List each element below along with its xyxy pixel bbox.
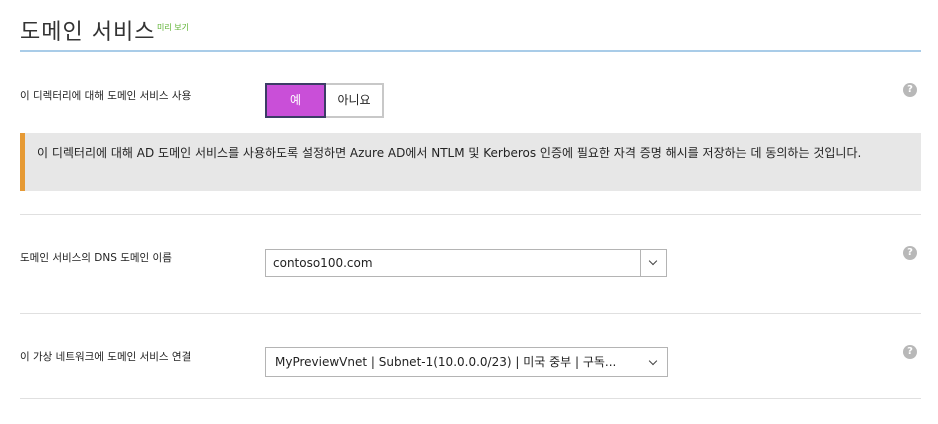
section-divider — [20, 313, 921, 314]
chevron-down-icon — [648, 356, 658, 366]
dns-dropdown-button[interactable] — [640, 250, 666, 276]
page-header: 도메인 서비스 미리 보기 — [20, 14, 921, 52]
page-title: 도메인 서비스 — [20, 20, 156, 45]
toggle-yes-button[interactable]: 예 — [265, 83, 326, 118]
virtual-network-select[interactable]: MyPreviewVnet | Subnet-1(10.0.0.0/23) | … — [265, 347, 668, 377]
dns-domain-name-value[interactable]: contoso100.com — [273, 250, 373, 277]
dns-domain-name-label: 도메인 서비스의 DNS 도메인 이름 — [20, 252, 172, 264]
help-icon[interactable]: ? — [903, 345, 917, 359]
virtual-network-label: 이 가상 네트워크에 도메인 서비스 연결 — [20, 351, 192, 363]
chevron-down-icon — [648, 256, 658, 266]
help-icon[interactable]: ? — [903, 83, 917, 97]
virtual-network-value[interactable]: MyPreviewVnet | Subnet-1(10.0.0.0/23) | … — [275, 348, 616, 377]
consent-notice: 이 디렉터리에 대해 AD 도메인 서비스를 사용하도록 설정하면 Azure … — [20, 133, 921, 191]
enable-domain-services-toggle[interactable]: 예 아니요 — [265, 83, 384, 118]
domain-services-page: 도메인 서비스 미리 보기 이 디렉터리에 대해 도메인 서비스 사용 예 아니… — [0, 0, 938, 424]
enable-domain-services-label: 이 디렉터리에 대해 도메인 서비스 사용 — [20, 90, 192, 102]
dns-domain-name-combobox[interactable]: contoso100.com — [265, 249, 667, 277]
help-icon[interactable]: ? — [903, 246, 917, 260]
section-divider — [20, 398, 921, 399]
toggle-no-button[interactable]: 아니요 — [326, 83, 384, 118]
section-divider — [20, 214, 921, 215]
consent-notice-text: 이 디렉터리에 대해 AD 도메인 서비스를 사용하도록 설정하면 Azure … — [37, 146, 862, 160]
preview-badge: 미리 보기 — [157, 23, 189, 32]
